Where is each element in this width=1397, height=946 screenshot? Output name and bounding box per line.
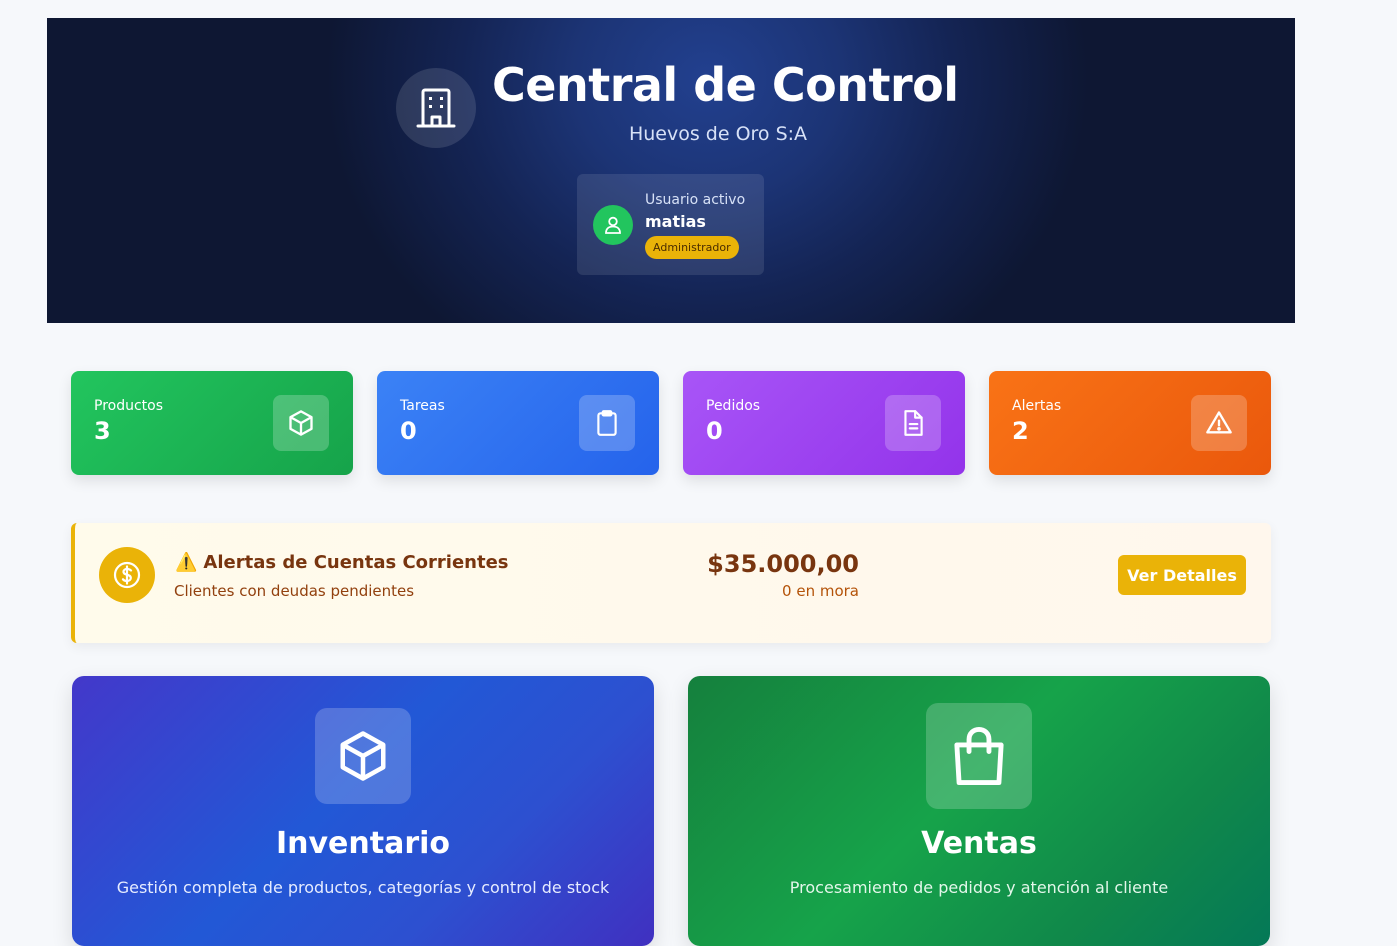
role-badge: Administrador — [645, 236, 739, 259]
overdue-count: 0 en mora — [782, 582, 859, 600]
module-card-ventas[interactable]: Ventas Procesamiento de pedidos y atenci… — [688, 676, 1270, 946]
box-icon — [315, 708, 411, 804]
warning-icon — [1191, 395, 1247, 451]
shopping-bag-icon — [926, 703, 1032, 809]
stat-card-alertas[interactable]: Alertas 2 — [989, 371, 1271, 475]
stat-value: 2 — [1012, 417, 1029, 445]
module-title: Inventario — [275, 826, 451, 861]
document-icon — [885, 395, 941, 451]
stat-label: Productos — [94, 398, 164, 414]
user-name: matias — [645, 212, 706, 231]
debt-amount: $35.000,00 — [707, 550, 859, 578]
box-icon — [273, 395, 329, 451]
dollar-coin-icon — [99, 547, 155, 603]
stat-value: 3 — [94, 417, 111, 445]
stat-label: Alertas — [1012, 398, 1062, 414]
stat-label: Tareas — [400, 398, 445, 414]
module-description: Procesamiento de pedidos y atención al c… — [789, 878, 1169, 897]
user-icon — [593, 205, 633, 245]
company-name: Huevos de Oro S:A — [628, 123, 808, 145]
warning-icon: ⚠️ — [175, 552, 198, 573]
stat-value: 0 — [706, 417, 723, 445]
stat-card-pedidos[interactable]: Pedidos 0 — [683, 371, 965, 475]
clipboard-icon — [579, 395, 635, 451]
view-details-button[interactable]: Ver Detalles — [1118, 555, 1246, 595]
alert-title: ⚠️ Alertas de Cuentas Corrientes — [175, 552, 509, 573]
stat-value: 0 — [400, 417, 417, 445]
user-caption: Usuario activo — [645, 192, 746, 208]
stat-card-productos[interactable]: Productos 3 — [71, 371, 353, 475]
accounts-alert-banner: ⚠️ Alertas de Cuentas Corrientes Cliente… — [71, 523, 1271, 643]
module-card-inventario[interactable]: Inventario Gestión completa de productos… — [72, 676, 654, 946]
active-user-card: Usuario activo matias Administrador — [577, 174, 764, 275]
alert-subtitle: Clientes con deudas pendientes — [174, 582, 415, 600]
stat-card-tareas[interactable]: Tareas 0 — [377, 371, 659, 475]
building-icon — [396, 68, 476, 148]
stat-label: Pedidos — [706, 398, 761, 414]
module-description: Gestión completa de productos, categoría… — [116, 878, 610, 897]
alert-title-text: Alertas de Cuentas Corrientes — [203, 552, 509, 573]
page-title: Central de Control — [492, 58, 959, 112]
header-banner: Central de Control Huevos de Oro S:A Usu… — [47, 18, 1295, 323]
module-title: Ventas — [921, 826, 1037, 861]
